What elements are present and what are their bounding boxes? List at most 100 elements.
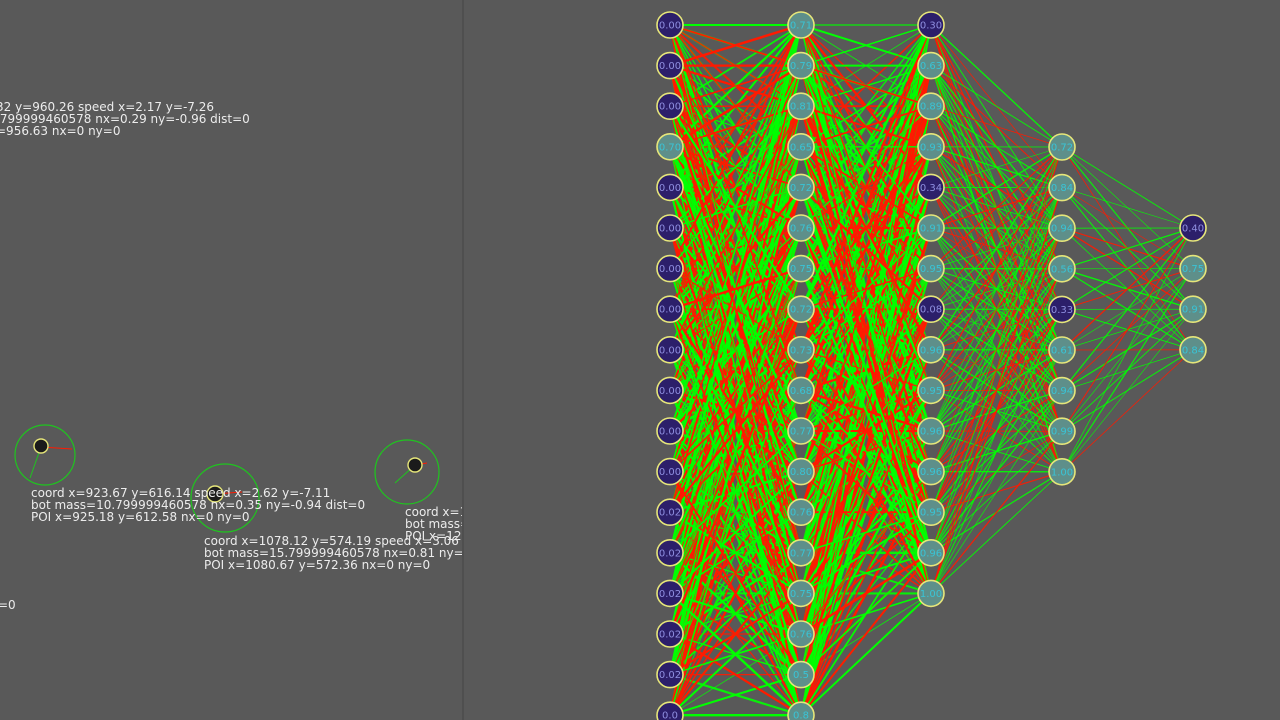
neuron-value: 0.5 [793,670,809,681]
bot-1-body [33,438,49,454]
neuron-value: 0.40 [1182,224,1204,235]
neuron-hidden1-6: 0.76 [787,214,815,242]
neuron-hidden2-9: 0.96 [917,335,945,364]
weight-edge [930,430,1063,594]
neuron-hidden2-13: 0.95 [917,498,945,527]
neuron-value: 0.81 [790,102,812,113]
bot-3-body [407,457,423,473]
weight-edge [1061,146,1194,229]
neuron-hidden2-7: 0.95 [917,254,945,283]
neuron-value: 0.72 [790,305,812,316]
bot-1-sensor-circle [14,424,76,486]
neuron-value: 0.94 [1051,386,1073,397]
neuron-value: 0.63 [920,61,942,72]
neuron-hidden1-17: 0.5 [787,660,815,689]
neuron-hidden1-1: 0.71 [787,11,815,39]
neuron-value: 0.75 [790,264,812,275]
neuron-hidden2-5: 0.34 [917,173,945,202]
neuron-hidden1-13: 0.76 [787,498,815,527]
neuron-input-12: 0.00 [656,457,684,486]
neuron-hidden3-5: 0.33 [1048,295,1076,324]
neuron-hidden3-3: 0.94 [1048,214,1076,242]
neuron-hidden1-18: 0.8 [787,701,815,720]
weight-edge [1061,349,1194,473]
neuron-value: 0.00 [659,345,681,356]
neuron-value: 0.95 [920,264,942,275]
neuron-value: 0.76 [790,508,812,519]
neuron-value: 0.00 [659,21,681,32]
neuron-value: 0.00 [659,427,681,438]
neuron-hidden3-7: 0.94 [1048,376,1076,405]
neuron-value: 0.30 [920,21,942,32]
neuron-value: 0.91 [1182,305,1204,316]
neuron-hidden2-2: 0.63 [917,51,945,80]
neuron-hidden1-9: 0.73 [787,335,815,364]
neuron-value: 0.95 [920,508,942,519]
neuron-value: 0.84 [1051,183,1073,194]
neuron-value: 0.79 [790,61,812,72]
neuron-value: 0.02 [659,589,681,600]
neuron-value: 0.00 [659,102,681,113]
neuron-value: 0.84 [1182,345,1204,356]
neuron-input-8: 0.00 [656,295,684,324]
neuron-value: 0.00 [659,183,681,194]
neuron-value: 0.94 [1051,224,1073,235]
neuron-hidden2-14: 0.96 [917,538,945,567]
neuron-hidden1-2: 0.79 [787,51,815,80]
neuron-value: 0.00 [659,467,681,478]
neuron-value: 0.75 [790,589,812,600]
neuron-hidden1-3: 0.81 [787,92,815,120]
neuron-value: 0.95 [920,386,942,397]
neuron-hidden2-10: 0.95 [917,376,945,405]
neuron-input-13: 0.02 [656,498,684,527]
neuron-value: 0.76 [790,630,812,641]
neuron-input-9: 0.00 [656,335,684,364]
neuron-value: 0.96 [920,345,942,356]
neuron-input-10: 0.00 [656,376,684,405]
neuron-value: 0.65 [790,142,812,153]
bot-3-poi-text: POI x=125 [405,529,462,543]
neuron-hidden1-14: 0.77 [787,538,815,567]
neuron-input-14: 0.02 [656,538,684,567]
neuron-value: 0.00 [659,386,681,397]
neuron-input-17: 0.02 [656,660,684,689]
neuron-value: 0.99 [1051,427,1073,438]
simulation-view[interactable]: 32 y=960.26 speed x=2.17 y=-7.26 .799999… [0,0,462,720]
neuron-input-3: 0.00 [656,92,684,120]
neuron-hidden2-4: 0.93 [917,133,945,161]
neuron-value: 0.96 [920,427,942,438]
neuron-value: 0.73 [790,345,812,356]
neuron-input-5: 0.00 [656,173,684,202]
neuron-value: 0.76 [790,224,812,235]
neuron-value: 0.00 [659,61,681,72]
neuron-hidden3-8: 0.99 [1048,417,1076,446]
bot-2-poi-text: POI x=1080.67 y=572.36 nx=0 ny=0 [204,558,431,572]
weight-edge [930,309,1063,594]
neuron-value: 0.71 [790,21,812,32]
neuron-value: 0.70 [659,142,681,153]
bots-layer [14,424,440,533]
neuron-hidden3-2: 0.84 [1048,173,1076,202]
neuron-hidden1-4: 0.65 [787,133,815,161]
neuron-value: 0.96 [920,467,942,478]
neuron-value: 0.72 [1051,143,1073,154]
neuron-output-2: 0.75 [1179,254,1207,283]
neuron-hidden1-8: 0.72 [787,295,815,324]
neuron-hidden1-16: 0.76 [787,620,815,648]
bot-1[interactable] [14,424,76,486]
weight-edge [930,65,1063,148]
neuron-value: 1.00 [1051,467,1073,478]
neuron-hidden2-1: 0.30 [917,11,945,39]
neuron-value: 0.02 [659,670,681,681]
weight-edge [1061,309,1194,472]
neuron-hidden3-4: 0.56 [1048,254,1076,283]
neuron-value: 0.8 [793,711,809,720]
neuron-input-11: 0.00 [656,417,684,445]
neural-network-diagram: 0.00 0.00 0.00 0.70 0.00 0.00 0.00 0.00 0.00 0.00… [656,11,1207,720]
bot-3[interactable] [374,439,440,505]
bot-1-poi-text: POI x=925.18 y=612.58 nx=0 ny=0 [31,510,250,524]
neuron-value: 0.00 [659,305,681,316]
weight-edge [1061,268,1194,473]
neuron-value: 0.61 [1051,346,1073,357]
neuron-hidden2-11: 0.96 [917,417,945,445]
